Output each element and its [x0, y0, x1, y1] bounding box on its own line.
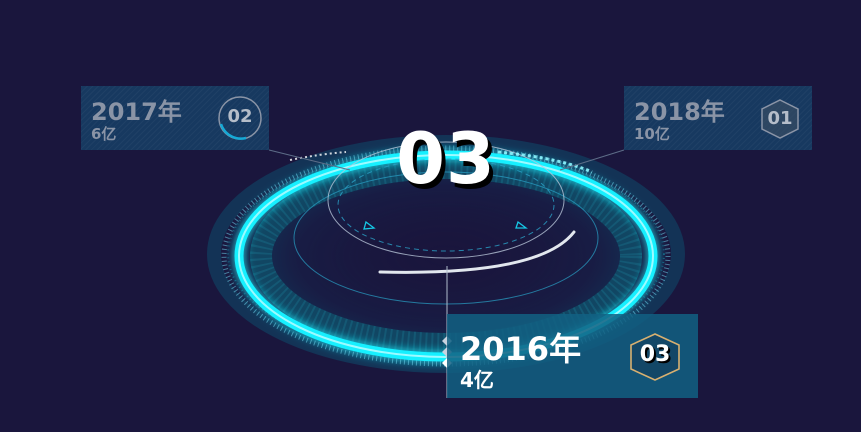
holographic-ring [207, 135, 685, 398]
panel-badge-number: 02 [227, 106, 253, 127]
year-panel-2018[interactable]: 2018年 10亿 01 [624, 86, 812, 150]
year-panel-2017[interactable]: 2017年 6亿 02 [81, 86, 269, 150]
panel-amount-label: 6亿 [91, 125, 117, 143]
panel-badge-number: 01 [767, 108, 793, 129]
panel-amount-label: 4亿 [460, 368, 494, 392]
panel-amount-label: 10亿 [634, 125, 670, 143]
panel-year-label: 2017年 [91, 98, 182, 126]
center-value-display: 03 [396, 118, 496, 200]
year-panel-2016-active[interactable]: 2016年 4亿 03 [447, 314, 698, 398]
panel-year-label: 2018年 [634, 98, 725, 126]
panel-badge-number: 03 [639, 342, 671, 367]
timeline-widget: 2017年 6亿 02 2018年 10亿 01 2016年 4亿 03 03 [0, 0, 861, 432]
